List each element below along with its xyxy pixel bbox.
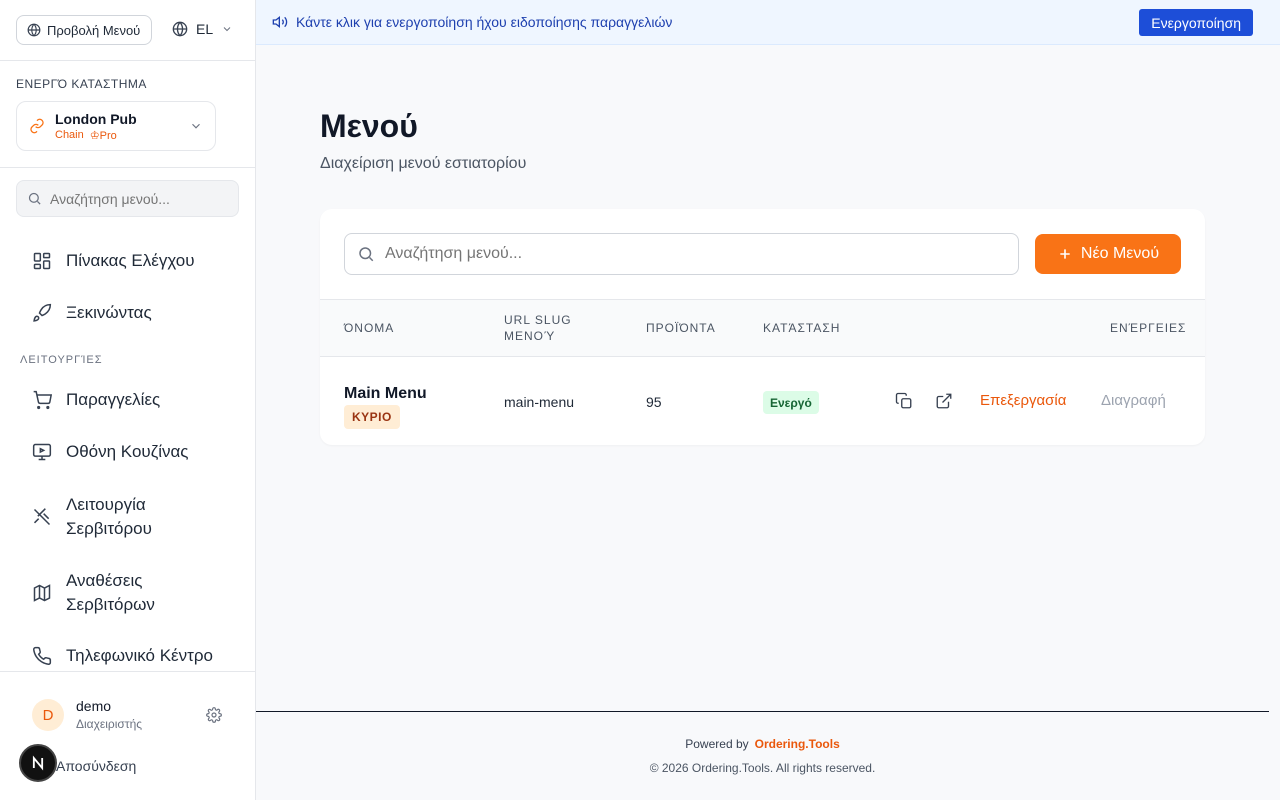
logout-button[interactable]: Αποσύνδεση: [56, 758, 136, 774]
nav-item-label: Πίνακας Ελέγχου: [66, 251, 195, 270]
enable-sound-button[interactable]: Ενεργοποίηση: [1139, 9, 1253, 36]
utensils-icon: [33, 508, 51, 526]
menu-search[interactable]: [344, 233, 1019, 275]
sidebar-top: Προβολή Μενού EL: [0, 0, 255, 61]
sidebar-search[interactable]: [16, 180, 239, 217]
header-products: ΠΡΟΪΌΝΤΑ: [646, 321, 716, 335]
menus-card: Νέο Μενού ΌΝΟΜΑ URL SLUG ΜΕΝΟΎ ΠΡΟΪΌΝΤΑ …: [320, 209, 1205, 445]
map-icon: [33, 584, 51, 602]
copy-icon[interactable]: [895, 392, 913, 410]
table-row: Main Menu ΚΥΡΙΟ main-menu 95 Ενεργό Επεξ…: [320, 357, 1205, 445]
store-meta: Chain ♔Pro: [55, 129, 189, 142]
menu-slug: main-menu: [504, 394, 575, 410]
edit-button[interactable]: Επεξεργασία: [980, 392, 1066, 409]
footer: Powered by Ordering.Tools © 2026 Ordering…: [256, 711, 1269, 800]
user-name: demo: [76, 698, 112, 714]
crown-icon: ♔: [89, 129, 100, 142]
phone-icon: [33, 646, 52, 665]
store-type: Chain: [55, 128, 84, 141]
main-menu-badge: ΚΥΡΙΟ: [344, 405, 400, 429]
header-actions: ΕΝΈΡΓΕΙΕΣ: [1110, 321, 1187, 335]
powered-by-label: Powered by: [685, 737, 749, 751]
store-selector[interactable]: London Pub Chain ♔Pro: [16, 101, 216, 151]
new-menu-button[interactable]: Νέο Μενού: [1035, 234, 1181, 274]
view-menu-button[interactable]: Προβολή Μενού: [16, 15, 152, 45]
n-logo-icon: [32, 755, 44, 771]
header-slug: URL SLUG: [504, 313, 572, 327]
nav-item-label: Αναθέσεις Σερβιτόρων: [66, 571, 155, 614]
chevron-down-icon: [192, 123, 200, 129]
functions-section-label: ΛΕΙΤΟΥΡΓΊΕΣ: [20, 354, 103, 366]
link-icon: [30, 118, 44, 134]
nav-item-waiter-mode[interactable]: Λειτουργία Σερβιτόρου: [32, 493, 186, 541]
table-header: ΌΝΟΜΑ URL SLUG ΜΕΝΟΎ ΠΡΟΪΌΝΤΑ ΚΑΤΆΣΤΑΣΗ …: [320, 299, 1205, 357]
nav-item-label: Παραγγελίες: [66, 390, 161, 409]
view-menu-label: Προβολή Μενού: [47, 22, 141, 38]
plus-icon: [1060, 249, 1070, 259]
speaker-icon: [272, 15, 288, 29]
active-store-label: ΕΝΕΡΓΌ ΚΑΤΑΣΤΗΜΑ: [16, 77, 147, 91]
language-selector[interactable]: EL: [172, 21, 233, 37]
rocket-icon: [33, 303, 52, 322]
sidebar: Προβολή Μενού EL ΕΝΕΡΓΌ ΚΑΤΑΣΤΗΜΑ London…: [0, 0, 256, 800]
nav-item-label: Λειτουργία Σερβιτόρου: [66, 495, 152, 538]
globe-icon: [27, 23, 41, 37]
brand-link[interactable]: Ordering.Tools: [755, 737, 840, 751]
banner-text: Κάντε κλικ για ενεργοποίηση ήχου ειδοποί…: [296, 14, 673, 30]
gear-icon[interactable]: [206, 707, 222, 723]
cart-icon: [33, 390, 52, 410]
nav-item-label: Οθόνη Κουζίνας: [66, 442, 189, 461]
delete-button[interactable]: Διαγραφή: [1101, 392, 1166, 409]
nav-item-orders[interactable]: Παραγγελίες: [32, 390, 160, 410]
header-status: ΚΑΤΆΣΤΑΣΗ: [763, 321, 841, 335]
nav-item-waiter-assignments[interactable]: Αναθέσεις Σερβιτόρων: [32, 569, 186, 617]
sound-notification-banner: Κάντε κλικ για ενεργοποίηση ήχου ειδοποί…: [256, 0, 1280, 45]
language-code: EL: [196, 21, 214, 37]
store-plan: ♔Pro: [89, 129, 117, 142]
search-icon: [28, 192, 41, 205]
new-menu-label: Νέο Μενού: [1080, 245, 1160, 262]
nextjs-dev-badge[interactable]: [19, 744, 57, 782]
user-role: Διαχειριστής: [76, 717, 143, 731]
menu-search-input[interactable]: [385, 245, 985, 263]
nav-item-label: Ξεκινώντας: [66, 303, 152, 322]
chevron-down-icon: [223, 27, 231, 32]
search-icon: [359, 247, 374, 262]
nav-item-kitchen-display[interactable]: Οθόνη Κουζίνας: [32, 442, 189, 462]
powered-by: Powered by Ordering.Tools: [256, 737, 1269, 751]
store-name: London Pub: [55, 110, 137, 127]
header-slug-line2: ΜΕΝΟΎ: [504, 329, 556, 343]
active-store-section: ΕΝΕΡΓΌ ΚΑΤΑΣΤΗΜΑ London Pub Chain ♔Pro: [0, 61, 255, 168]
external-link-icon[interactable]: [935, 392, 953, 410]
header-name: ΌΝΟΜΑ: [344, 321, 395, 335]
menu-name: Main Menu: [344, 385, 427, 402]
page-title: Μενού: [320, 108, 418, 144]
copyright: © 2026 Ordering.Tools. All rights reserv…: [649, 761, 876, 775]
nav-item-dashboard[interactable]: Πίνακας Ελέγχου: [32, 251, 195, 271]
nav-item-call-center[interactable]: Τηλεφωνικό Κέντρο: [32, 646, 213, 666]
dashboard-icon: [33, 252, 51, 270]
menu-products-count: 95: [646, 394, 662, 410]
status-badge: Ενεργό: [763, 391, 819, 414]
avatar: D: [32, 699, 64, 731]
monitor-icon: [32, 443, 52, 461]
nav-item-getting-started[interactable]: Ξεκινώντας: [32, 303, 152, 323]
globe-icon: [172, 21, 188, 37]
sidebar-search-input[interactable]: [50, 190, 220, 207]
page-subtitle: Διαχείριση μενού εστιατορίου: [320, 155, 527, 172]
nav-item-label: Τηλεφωνικό Κέντρο: [66, 646, 213, 665]
